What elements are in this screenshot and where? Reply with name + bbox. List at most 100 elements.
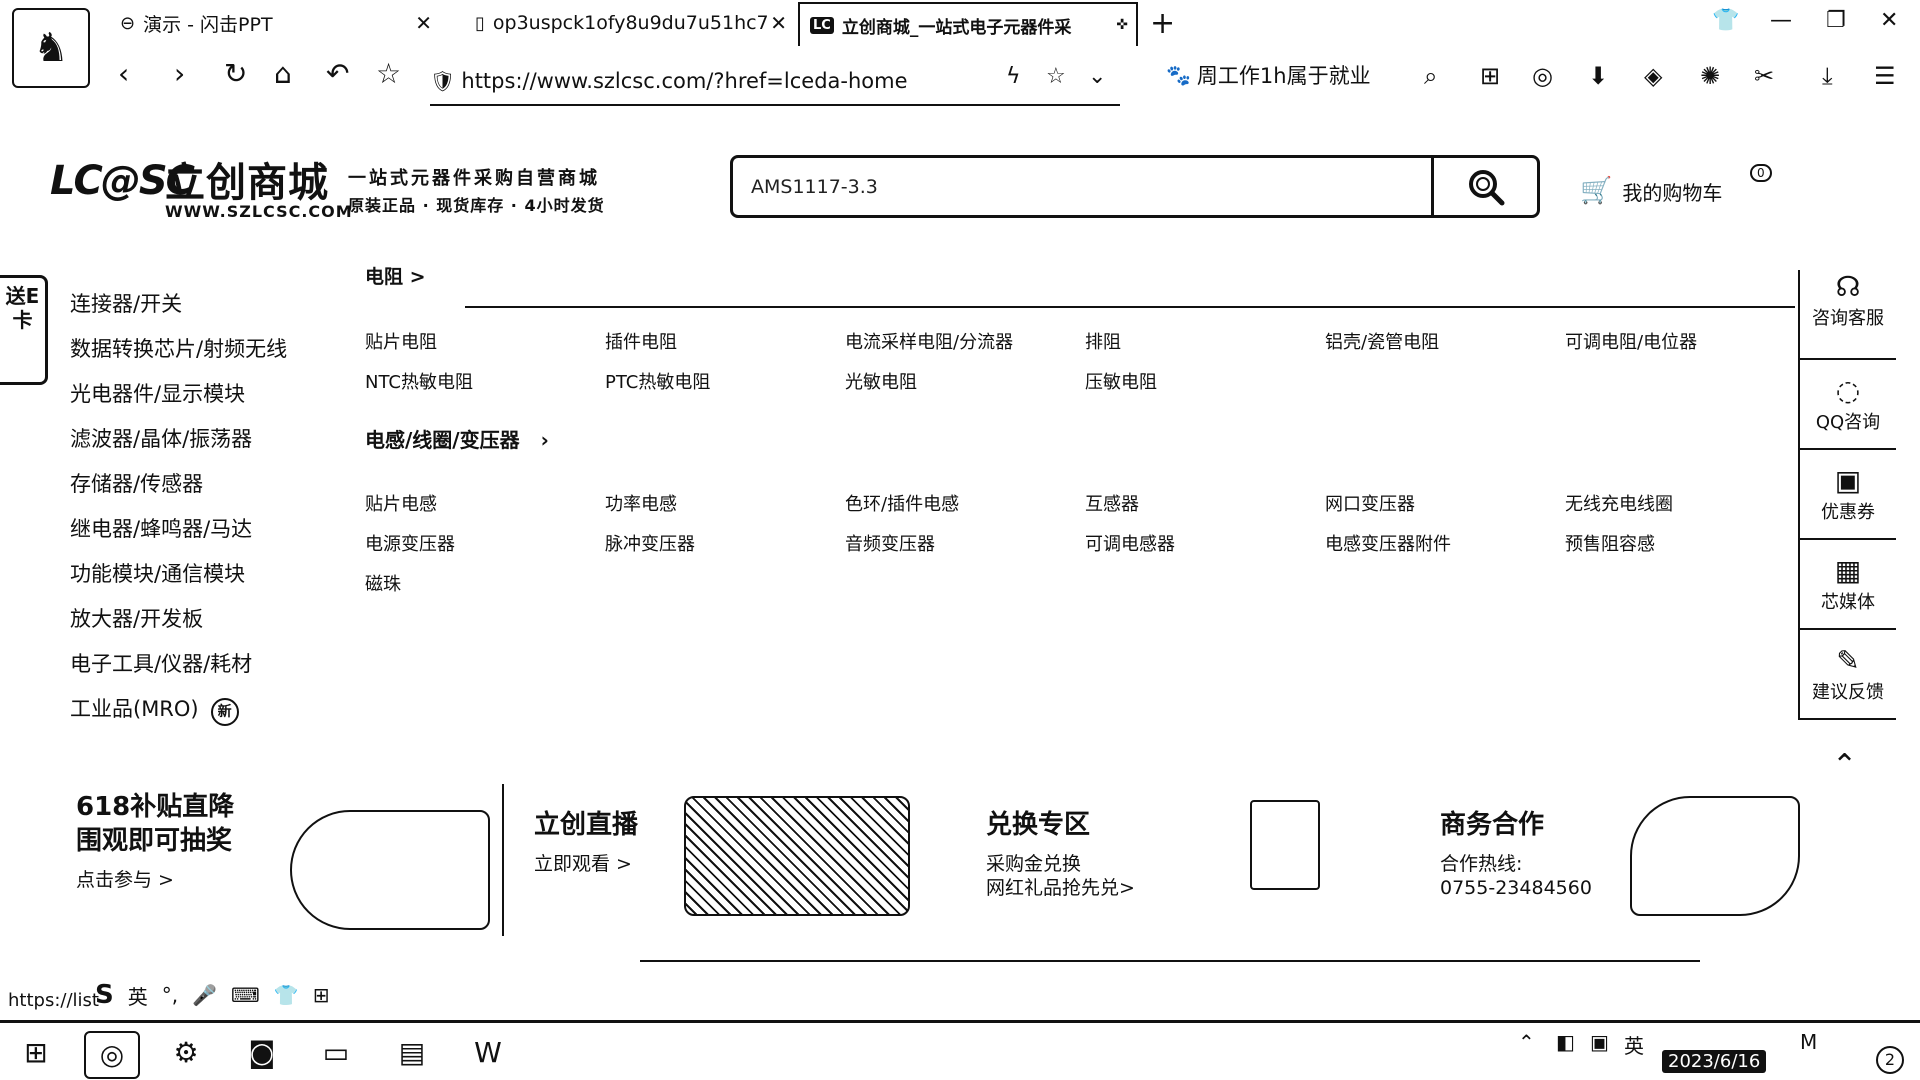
sogou-icon[interactable]: S xyxy=(95,980,114,1010)
subcategory-link[interactable]: 电感变压器附件 xyxy=(1325,530,1451,556)
search-input[interactable] xyxy=(751,172,1351,202)
promo-business[interactable]: 商务合作 合作热线: 0755-23484560 xyxy=(1440,790,1592,940)
subcategory-link[interactable]: 光敏电阻 xyxy=(845,368,917,394)
shirt-icon[interactable]: 👕 xyxy=(1712,8,1739,33)
search-icon[interactable]: ⌕ xyxy=(1424,62,1437,90)
category-item[interactable]: 连接器/开关 xyxy=(70,288,287,333)
keyboard-icon[interactable]: ⌨ xyxy=(231,983,260,1007)
search-button[interactable] xyxy=(1431,158,1537,215)
horizontal-scrollbar[interactable] xyxy=(640,960,1700,962)
undo-icon[interactable]: ↶ xyxy=(326,60,349,88)
mic-icon[interactable]: 🎤 xyxy=(192,983,217,1007)
category-item[interactable]: 数据转换芯片/射频无线 xyxy=(70,333,287,378)
subcategory-link[interactable]: 贴片电阻 xyxy=(365,328,437,354)
star-icon[interactable]: ☆ xyxy=(376,60,401,88)
tray-media-icon[interactable]: M xyxy=(1800,1030,1817,1054)
new-tab-button[interactable]: + xyxy=(1150,6,1175,41)
media-button[interactable]: ▦ 芯媒体 xyxy=(1800,540,1896,630)
tab-lcsc[interactable]: LC 立创商城_一站式电子元器件采 ✜ xyxy=(798,2,1138,46)
qq-consult-button[interactable]: ◌ QQ咨询 xyxy=(1800,360,1896,450)
close-icon[interactable]: ✕ xyxy=(770,11,787,35)
subcategory-link[interactable]: 互感器 xyxy=(1085,490,1139,516)
tab-ppt[interactable]: ⊖ 演示 - 闪击PPT ✕ xyxy=(110,4,440,42)
category-item-mro[interactable]: 工业品(MRO) 新 xyxy=(70,693,287,738)
feedback-button[interactable]: ✎ 建议反馈 xyxy=(1800,630,1896,720)
subcategory-link[interactable]: 电流采样电阻/分流器 xyxy=(845,328,1013,354)
wps-icon[interactable]: W xyxy=(460,1031,516,1079)
promo-live[interactable]: 立创直播 立即观看 > xyxy=(534,790,638,940)
reload-icon[interactable]: ↻ xyxy=(224,60,247,88)
subcategory-link[interactable]: PTC热敏电阻 xyxy=(605,368,710,394)
downloads-icon[interactable]: ⤓ xyxy=(1822,62,1833,90)
back-to-top-icon[interactable]: ⌃ xyxy=(1832,748,1857,783)
url-text[interactable]: https://www.szlcsc.com/?href=lceda-home xyxy=(461,69,907,93)
app-icon[interactable]: ◙ xyxy=(234,1031,290,1079)
scissors-icon[interactable]: ✂ xyxy=(1754,62,1774,90)
cart-button[interactable]: 🛒 我的购物车 0 xyxy=(1580,164,1772,206)
download-circle-icon[interactable]: ⬇ xyxy=(1588,62,1608,90)
extension-icon[interactable]: ✺ xyxy=(1700,62,1720,90)
bookmark-star-icon[interactable]: ☆ xyxy=(1046,64,1066,89)
tray-app-icon[interactable]: ◧ xyxy=(1556,1030,1575,1054)
lightning-icon[interactable]: ϟ xyxy=(1006,64,1021,89)
restore-button[interactable]: ❐ xyxy=(1826,8,1846,33)
category-item[interactable]: 功能模块/通信模块 xyxy=(70,558,287,603)
home-icon[interactable]: ⌂ xyxy=(274,60,292,88)
category-item[interactable]: 光电器件/显示模块 xyxy=(70,378,287,423)
tray-lang[interactable]: 英 xyxy=(1624,1030,1644,1059)
subcategory-link[interactable]: 压敏电阻 xyxy=(1085,368,1157,394)
inductor-section-title[interactable]: 电感/线圈/变压器 › xyxy=(365,424,549,453)
site-logo[interactable]: LC@SC 立创商城 WWW.SZLCSC.COM xyxy=(50,150,352,230)
subcategory-link[interactable]: 铝壳/瓷管电阻 xyxy=(1325,328,1439,354)
category-item[interactable]: 电子工具/仪器/耗材 xyxy=(70,648,287,693)
subcategory-link[interactable]: 无线充电线圈 xyxy=(1565,490,1673,516)
category-item[interactable]: 滤波器/晶体/振荡器 xyxy=(70,423,287,468)
subcategory-link[interactable]: 功率电感 xyxy=(605,490,677,516)
promo-link[interactable]: 点击参与 > xyxy=(76,868,234,892)
resistor-section-title[interactable]: 电阻 > xyxy=(365,262,426,288)
promo-link[interactable]: 网红礼品抢先兑> xyxy=(986,876,1135,900)
browser-taskbar-icon[interactable]: ◎ xyxy=(84,1031,140,1079)
menu-icon[interactable]: ☰ xyxy=(1874,62,1896,90)
category-item[interactable]: 存储器/传感器 xyxy=(70,468,287,513)
subcategory-link[interactable]: 排阻 xyxy=(1085,328,1121,354)
coupon-button[interactable]: ▣ 优惠券 xyxy=(1800,450,1896,540)
notification-badge[interactable]: 2 xyxy=(1876,1046,1904,1074)
subcategory-link[interactable]: 色环/插件电感 xyxy=(845,490,959,516)
subcategory-link[interactable]: 贴片电感 xyxy=(365,490,437,516)
subcategory-link[interactable]: 预售阻容感 xyxy=(1565,530,1655,556)
audio-icon[interactable]: ✜ xyxy=(1116,17,1128,33)
ai-icon[interactable]: ◈ xyxy=(1644,62,1662,90)
folder-icon[interactable]: ▭ xyxy=(308,1031,364,1079)
ime-lang[interactable]: 英 xyxy=(128,981,148,1010)
customer-service-button[interactable]: ☊ 咨询客服 xyxy=(1800,270,1896,360)
chevron-down-icon[interactable]: ⌄ xyxy=(1088,64,1106,89)
sync-icon[interactable]: ◎ xyxy=(1532,62,1553,90)
tab-doc[interactable]: ▯ op3uspck1ofy8u9du7u51hc7 ✕ xyxy=(465,4,795,42)
tray-display-icon[interactable]: ▣ xyxy=(1590,1030,1609,1054)
subcategory-link[interactable]: 可调电阻/电位器 xyxy=(1565,328,1697,354)
windows-start-icon[interactable]: ⊞ xyxy=(8,1031,64,1079)
category-item[interactable]: 放大器/开发板 xyxy=(70,603,287,648)
forward-icon[interactable]: › xyxy=(174,60,185,88)
skin-icon[interactable]: 👕 xyxy=(274,983,299,1007)
subcategory-link[interactable]: 音频变压器 xyxy=(845,530,935,556)
tray-chevron-icon[interactable]: ⌃ xyxy=(1518,1030,1535,1054)
subcategory-link[interactable]: 脉冲变压器 xyxy=(605,530,695,556)
ime-punct[interactable]: °, xyxy=(162,983,178,1007)
clock-date[interactable]: 2023/6/16 xyxy=(1662,1050,1767,1073)
close-window-button[interactable]: ✕ xyxy=(1880,8,1898,33)
promo-link[interactable]: 立即观看 > xyxy=(534,852,638,876)
apps-icon[interactable]: ⊞ xyxy=(313,983,330,1007)
subcategory-link[interactable]: 网口变压器 xyxy=(1325,490,1415,516)
subcategory-link[interactable]: NTC热敏电阻 xyxy=(365,368,473,394)
promo-618[interactable]: 618补贴直降 围观即可抽奖 点击参与 > xyxy=(76,790,234,940)
subcategory-link[interactable]: 插件电阻 xyxy=(605,328,677,354)
e-card-float[interactable]: 送E卡 xyxy=(0,275,48,385)
promo-exchange[interactable]: 兑换专区 采购金兑换 网红礼品抢先兑> xyxy=(986,790,1135,940)
subcategory-link[interactable]: 可调电感器 xyxy=(1085,530,1175,556)
back-icon[interactable]: ‹ xyxy=(118,60,129,88)
bookmark-item[interactable]: 🐾 周工作1h属于就业 xyxy=(1166,60,1371,90)
category-item[interactable]: 继电器/蜂鸣器/马达 xyxy=(70,513,287,558)
settings-icon[interactable]: ⚙ xyxy=(158,1031,214,1079)
